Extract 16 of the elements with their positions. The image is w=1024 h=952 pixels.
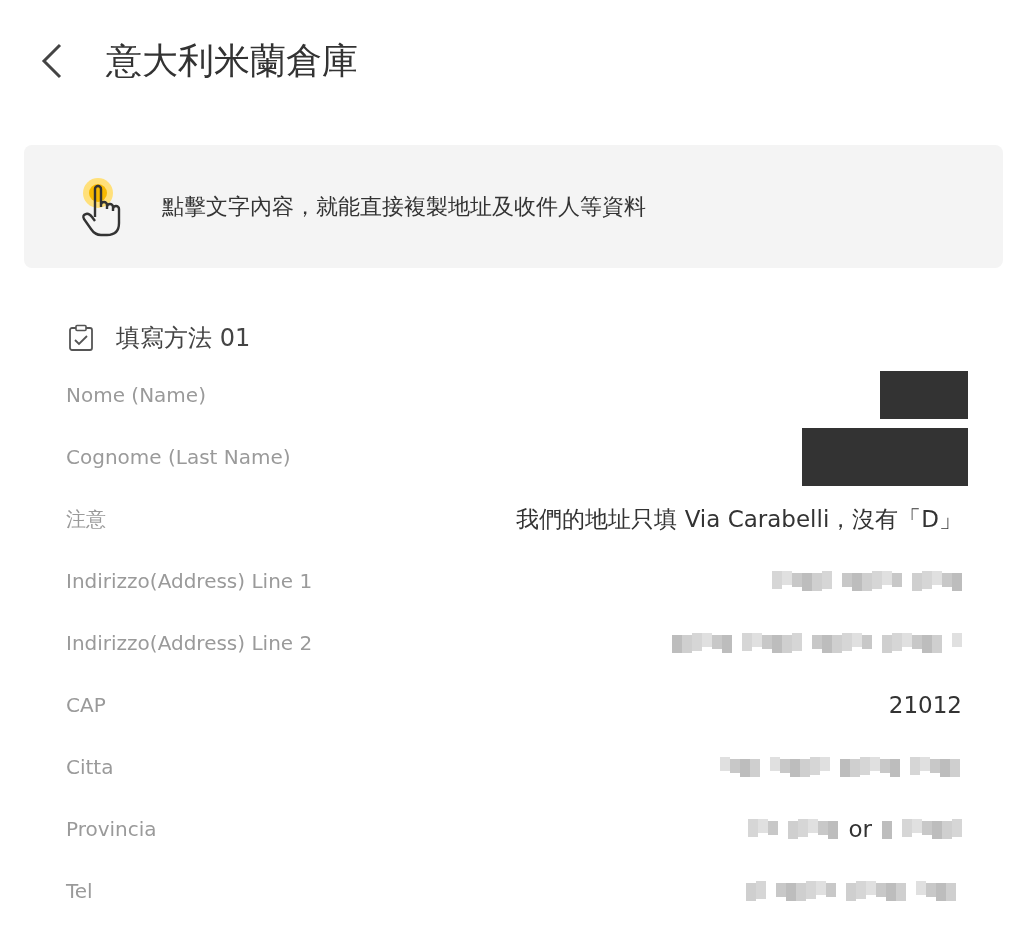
hint-text: 點擊文字內容，就能直接複製地址及收件人等資料 bbox=[162, 192, 646, 221]
field-label: Citta bbox=[66, 755, 114, 779]
field-label: Tel bbox=[66, 879, 93, 903]
page-title: 意大利米蘭倉庫 bbox=[106, 38, 358, 83]
field-label: CAP bbox=[66, 693, 106, 717]
field-label: Nome (Name) bbox=[66, 383, 206, 407]
field-label: 注意 bbox=[66, 505, 106, 533]
field-value[interactable]: 21012 bbox=[888, 692, 962, 718]
section-title: 填寫方法 01 bbox=[116, 323, 251, 354]
field-label: Indirizzo(Address) Line 2 bbox=[66, 631, 313, 655]
clipboard-check-icon bbox=[68, 324, 94, 352]
field-value[interactable]: or bbox=[848, 816, 872, 842]
field-value[interactable]: 我們的地址只填 Via Carabelli，沒有「D」 bbox=[516, 503, 962, 535]
field-label: Provincia bbox=[66, 817, 157, 841]
field-label: Cognome (Last Name) bbox=[66, 445, 291, 469]
field-label: Indirizzo(Address) Line 1 bbox=[66, 569, 313, 593]
